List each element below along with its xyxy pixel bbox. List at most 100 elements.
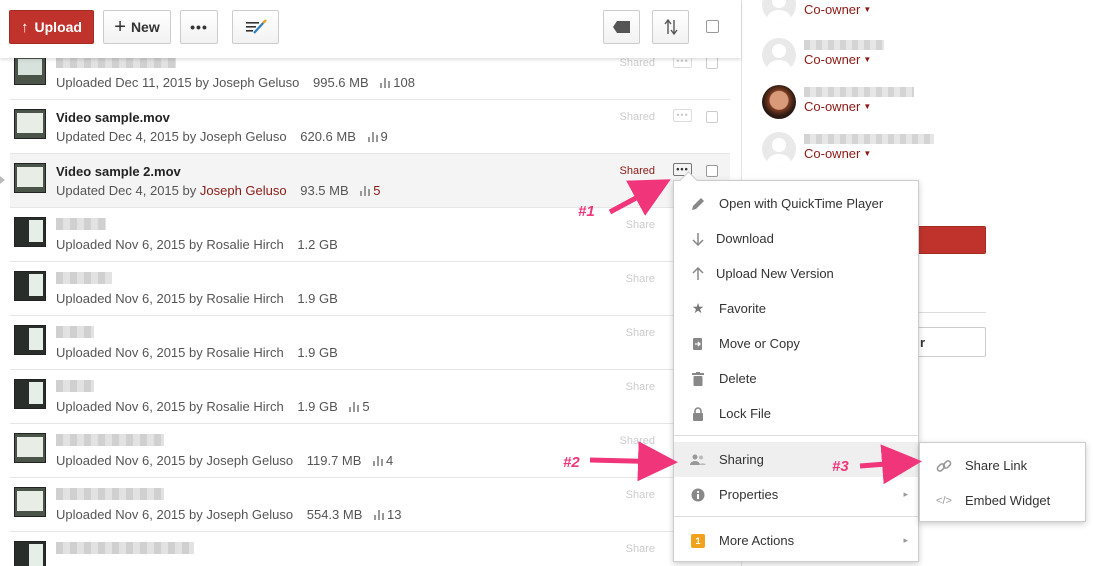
- file-size: 1.2 GB: [297, 237, 338, 252]
- file-owner-link[interactable]: Rosalie Hirch: [206, 291, 283, 306]
- video-thumbnail: [14, 541, 46, 566]
- upload-label: Upload: [34, 19, 82, 35]
- bar-chart-icon: [380, 78, 391, 88]
- file-row[interactable]: Share: [10, 532, 730, 566]
- share-label[interactable]: Share: [626, 327, 655, 339]
- menu-item-label: Lock File: [719, 406, 772, 421]
- video-thumbnail: [14, 55, 46, 85]
- redacted-file-name: [56, 542, 194, 554]
- menu-item-favorite[interactable]: ★ Favorite: [674, 291, 918, 326]
- select-all-checkbox[interactable]: [706, 20, 719, 33]
- menu-item-upload-new-version[interactable]: Upload New Version: [674, 256, 918, 291]
- file-row[interactable]: Video sample.mov Updated Dec 4, 2015 by …: [10, 100, 730, 154]
- role-label: Co-owner: [804, 2, 861, 17]
- panel-button-label: r: [919, 335, 925, 350]
- share-label[interactable]: Shared: [620, 57, 655, 69]
- role-dropdown[interactable]: Co-owner ▼: [804, 52, 871, 67]
- chevron-right-icon: ▸: [903, 535, 908, 545]
- file-status: Uploaded: [56, 291, 112, 306]
- move-copy-icon: [690, 336, 706, 352]
- share-label[interactable]: Shared: [620, 165, 655, 177]
- panel-secondary-button[interactable]: r: [916, 327, 986, 357]
- file-meta: Uploaded Nov 6, 2015 by Joseph Geluso 55…: [56, 507, 401, 522]
- role-dropdown[interactable]: Co-owner ▼: [804, 2, 871, 17]
- menu-item-move-copy[interactable]: Move or Copy: [674, 326, 918, 361]
- menu-divider: [674, 435, 918, 436]
- file-date: Nov 6, 2015: [115, 453, 186, 468]
- file-status: Updated: [56, 183, 106, 198]
- row-checkbox[interactable]: [706, 57, 718, 69]
- file-owner-link[interactable]: Joseph Geluso: [206, 507, 293, 522]
- share-label[interactable]: Share: [626, 489, 655, 501]
- role-dropdown[interactable]: Co-owner ▼: [804, 99, 871, 114]
- menu-item-embed-widget[interactable]: </> Embed Widget: [920, 483, 1085, 518]
- caret-down-icon: ▼: [863, 102, 872, 111]
- file-owner-link[interactable]: Joseph Geluso: [200, 129, 287, 144]
- panel-primary-button[interactable]: [916, 226, 986, 254]
- bar-chart-icon: [373, 456, 384, 466]
- sort-button[interactable]: [652, 10, 689, 44]
- file-size: 1.9 GB: [297, 291, 338, 306]
- tag-icon: [612, 21, 630, 33]
- row-checkbox[interactable]: [706, 165, 718, 177]
- video-thumbnail: [14, 325, 46, 355]
- video-thumbnail: [14, 109, 46, 139]
- file-owner-link[interactable]: Rosalie Hirch: [206, 345, 283, 360]
- menu-item-lock-file[interactable]: Lock File: [674, 396, 918, 431]
- notes-icon: [245, 19, 267, 34]
- file-status: Uploaded: [56, 345, 112, 360]
- file-date: Dec 11, 2015: [115, 75, 192, 90]
- file-row[interactable]: Uploaded Nov 6, 2015 by Rosalie Hirch 1.…: [10, 316, 730, 370]
- notes-button[interactable]: [232, 10, 279, 44]
- share-label[interactable]: Share: [626, 219, 655, 231]
- file-row[interactable]: Uploaded Nov 6, 2015 by Joseph Geluso 55…: [10, 478, 730, 532]
- redacted-file-name: [56, 380, 94, 392]
- menu-item-delete[interactable]: Delete: [674, 361, 918, 396]
- file-meta: Uploaded Nov 6, 2015 by Rosalie Hirch 1.…: [56, 291, 338, 306]
- menu-item-download[interactable]: Download: [674, 221, 918, 256]
- file-owner-link[interactable]: Rosalie Hirch: [206, 399, 283, 414]
- upload-button[interactable]: ↑ Upload: [9, 10, 94, 44]
- share-label[interactable]: Share: [626, 273, 655, 285]
- file-owner-link[interactable]: Joseph Geluso: [213, 75, 300, 90]
- share-label[interactable]: Share: [626, 381, 655, 393]
- file-name-link[interactable]: Video sample 2.mov: [56, 164, 181, 179]
- share-label[interactable]: Share: [626, 543, 655, 555]
- share-label[interactable]: Shared: [620, 111, 655, 123]
- avatar: [762, 132, 796, 166]
- file-row-selected[interactable]: Video sample 2.mov Updated Dec 4, 2015 b…: [10, 154, 730, 208]
- file-owner-link[interactable]: Joseph Geluso: [206, 453, 293, 468]
- view-count: 13: [387, 507, 402, 522]
- row-more-button[interactable]: •••: [673, 109, 692, 122]
- sharing-submenu: Share Link </> Embed Widget: [919, 442, 1086, 522]
- new-button[interactable]: + New: [103, 10, 171, 44]
- file-name-link[interactable]: Video sample.mov: [56, 110, 170, 125]
- menu-item-open-with[interactable]: Open with QuickTime Player: [674, 186, 918, 221]
- file-by: by: [189, 399, 203, 414]
- file-owner-link[interactable]: Joseph Geluso: [200, 183, 287, 198]
- menu-item-sharing[interactable]: Sharing: [674, 442, 918, 477]
- ghost-text: [300, 22, 304, 37]
- file-row[interactable]: Uploaded Nov 6, 2015 by Rosalie Hirch 1.…: [10, 262, 730, 316]
- video-thumbnail: [14, 379, 46, 409]
- more-button[interactable]: •••: [180, 10, 218, 44]
- menu-item-share-link[interactable]: Share Link: [920, 448, 1085, 483]
- ellipsis-icon: •••: [190, 19, 208, 35]
- file-row[interactable]: Uploaded Nov 6, 2015 by Joseph Geluso 11…: [10, 424, 730, 478]
- share-label[interactable]: Shared: [620, 435, 655, 447]
- file-status: Uploaded: [56, 453, 112, 468]
- menu-item-more-actions[interactable]: 1 More Actions ▸: [674, 523, 918, 558]
- menu-item-properties[interactable]: Properties ▸: [674, 477, 918, 512]
- bar-chart-icon: [374, 510, 385, 520]
- arrow-down-icon: [690, 231, 706, 247]
- file-row[interactable]: Uploaded Nov 6, 2015 by Rosalie Hirch 1.…: [10, 370, 730, 424]
- row-checkbox[interactable]: [706, 111, 718, 123]
- video-thumbnail: [14, 433, 46, 463]
- file-row[interactable]: Uploaded Nov 6, 2015 by Rosalie Hirch 1.…: [10, 208, 730, 262]
- tag-button[interactable]: [603, 10, 640, 44]
- role-dropdown[interactable]: Co-owner ▼: [804, 146, 871, 161]
- file-by: by: [182, 183, 197, 198]
- video-thumbnail: [14, 487, 46, 517]
- file-owner-link[interactable]: Rosalie Hirch: [206, 237, 283, 252]
- file-date: Nov 6, 2015: [115, 291, 186, 306]
